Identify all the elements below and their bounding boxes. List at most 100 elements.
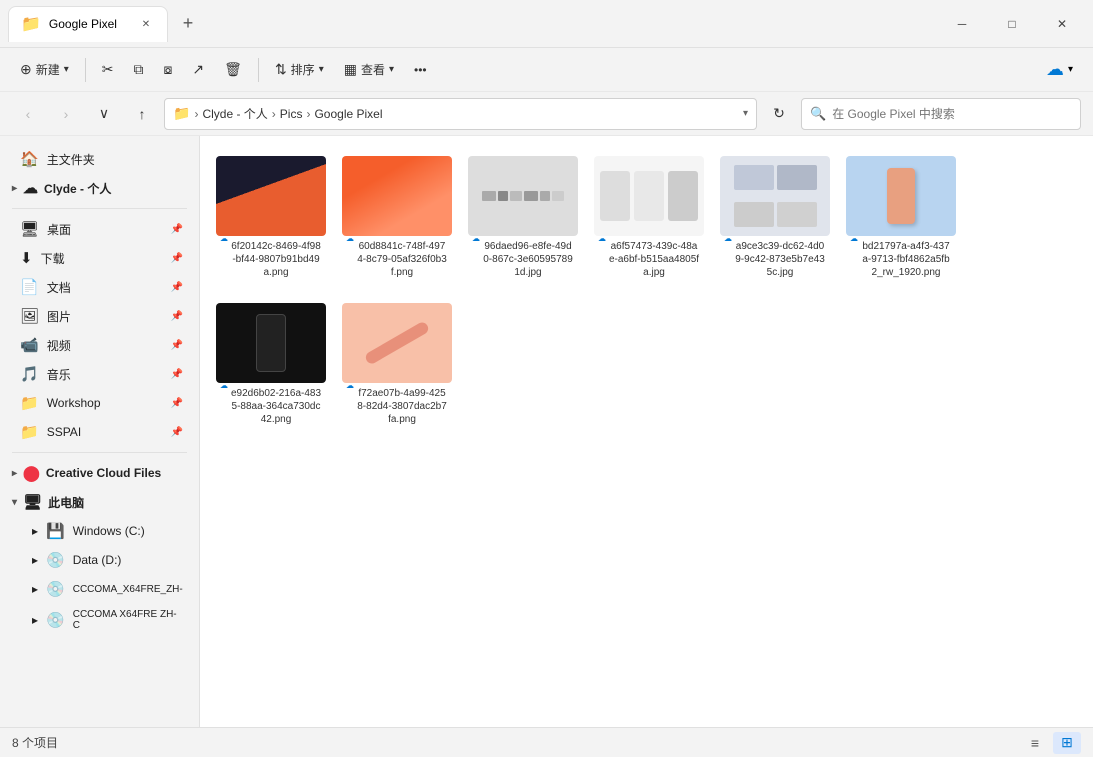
windows-icon: 💾 — [46, 522, 65, 540]
downloads-label: 下载 — [41, 250, 163, 267]
new-tab-button[interactable]: + — [172, 8, 204, 40]
cccoma1-label: CCCOMA_X64FRE_ZH- — [73, 584, 183, 595]
refresh-icon: ↻ — [773, 105, 785, 122]
sidebar-item-videos[interactable]: 📹 视频 📌 — [4, 331, 195, 359]
forward-button[interactable]: › — [50, 98, 82, 130]
file-item[interactable]: ☁a9ce3c39-dc62-4d09-9c42-873e5b7e435c.jp… — [720, 152, 830, 283]
file-item[interactable]: ☁bd21797a-a4f3-437a-9713-fbf4862a5fb2_rw… — [846, 152, 956, 283]
item-count-label: 8 个项目 — [12, 734, 58, 751]
breadcrumb-dropdown-icon[interactable]: ▾ — [743, 108, 748, 119]
grid-view-button[interactable]: ⊞ — [1053, 732, 1081, 754]
sidebar-item-cccoma1[interactable]: ▸ 💿 CCCOMA_X64FRE_ZH- — [4, 575, 195, 603]
tab-close-icon: ✕ — [142, 19, 150, 30]
file-item[interactable]: ☁6f20142c-8469-4f98-bf44-9807b91bd49a.pn… — [216, 152, 326, 283]
workshop-label: Workshop — [47, 396, 163, 410]
cc-icon: ⬤ — [23, 464, 40, 482]
sidebar-item-desktop[interactable]: 🖥 桌面 📌 — [4, 215, 195, 243]
grid-view-icon: ⊞ — [1061, 734, 1073, 751]
sidebar-item-data-d[interactable]: ▸ 💿 Data (D:) — [4, 546, 195, 574]
view-button[interactable]: ▦ 查看 ▾ — [336, 56, 402, 83]
file-thumbnail — [342, 303, 452, 383]
sidebar-item-downloads[interactable]: ⬇ 下载 📌 — [4, 244, 195, 272]
sort-button[interactable]: ⇅ 排序 ▾ — [267, 56, 332, 83]
sidebar-group-creative-cloud[interactable]: ▸ ⬤ Creative Cloud Files — [4, 459, 195, 487]
windows-c-label: Windows (C:) — [73, 524, 183, 538]
sidebar-item-workshop[interactable]: 📁 Workshop 📌 — [4, 389, 195, 417]
cloud-sync-icon: ☁ — [346, 381, 354, 390]
sidebar-item-sspai[interactable]: 📁 SSPAI 📌 — [4, 418, 195, 446]
tab-close-button[interactable]: ✕ — [137, 15, 155, 33]
breadcrumb-item-clyde[interactable]: Clyde - 个人 — [202, 105, 267, 122]
cloud-dropdown-icon: ▾ — [1068, 64, 1073, 75]
list-view-icon: ≡ — [1031, 735, 1039, 751]
sidebar-group-this-pc[interactable]: ▾ 🖥 此电脑 — [4, 488, 195, 516]
cloud-sync-icon: ☁ — [724, 234, 732, 243]
back-icon: ‹ — [26, 106, 31, 122]
sidebar-group-clyde[interactable]: ▸ ☁ Clyde - 个人 — [4, 174, 195, 202]
downloads-pin-icon: 📌 — [171, 253, 183, 264]
list-view-button[interactable]: ≡ — [1021, 732, 1049, 754]
minimize-button[interactable]: ─ — [939, 8, 985, 40]
history-dropdown-icon: ∨ — [99, 105, 109, 122]
cloud-sync-icon: ☁ — [220, 381, 228, 390]
videos-label: 视频 — [47, 337, 163, 354]
sort-icon: ⇅ — [275, 61, 287, 78]
up-button[interactable]: ↑ — [126, 98, 158, 130]
file-grid: ☁ 6f20142c-8469-4f98-bf44-9807b91bd49a.pn… — [216, 152, 1077, 430]
new-tab-icon: + — [183, 13, 194, 34]
share-button[interactable]: ↗ — [184, 56, 212, 83]
data-d-label: Data (D:) — [73, 553, 183, 567]
maximize-icon: □ — [1008, 17, 1015, 31]
cc-expand-icon: ▸ — [12, 468, 17, 479]
refresh-button[interactable]: ↻ — [763, 98, 795, 130]
more-button[interactable]: ••• — [406, 58, 435, 82]
sidebar-item-pictures[interactable]: 🖼 图片 📌 — [4, 302, 195, 330]
cut-button[interactable]: ✂ — [94, 56, 122, 83]
file-thumbnail — [846, 156, 956, 236]
new-dropdown-icon: ▾ — [64, 64, 69, 75]
new-button[interactable]: ⊕ 新建 ▾ — [12, 56, 77, 83]
clyde-label: Clyde - 个人 — [44, 180, 111, 197]
file-item[interactable]: ☁e92d6b02-216a-4835-88aa-364ca730dc42.pn… — [216, 299, 326, 430]
cc1-expand-icon: ▸ — [32, 582, 38, 596]
view-icon: ▦ — [344, 61, 357, 78]
cccoma2-label: CCCOMA X64FRE ZH-C — [73, 609, 183, 631]
breadcrumb-item-pics[interactable]: Pics — [280, 107, 303, 121]
sidebar-item-home[interactable]: 🏠 主文件夹 — [4, 145, 195, 173]
cccoma2-icon: 💿 — [46, 611, 65, 629]
file-name-label: 6f20142c-8469-4f98-bf44-9807b91bd49a.png — [230, 240, 322, 279]
file-name-label: f72ae07b-4a99-4258-82d4-3807dac2b7fa.png — [356, 387, 448, 426]
titlebar: 📁 Google Pixel ✕ + ─ □ ✕ — [0, 0, 1093, 48]
music-label: 音乐 — [47, 366, 163, 383]
breadcrumb-item-googlepixel[interactable]: Google Pixel — [314, 107, 382, 121]
file-item[interactable]: ☁60d8841c-748f-4974-8c79-05af326f0b3f.pn… — [342, 152, 452, 283]
paste-button[interactable]: ⧇ — [156, 56, 181, 83]
file-name-label: 60d8841c-748f-4974-8c79-05af326f0b3f.png — [356, 240, 448, 279]
sidebar-item-windows-c[interactable]: ▸ 💾 Windows (C:) — [4, 517, 195, 545]
active-tab[interactable]: 📁 Google Pixel ✕ — [8, 6, 168, 42]
breadcrumb-arrow-2: › — [272, 107, 276, 121]
maximize-button[interactable]: □ — [989, 8, 1035, 40]
file-item[interactable]: ☁96daed96-e8fe-49d0-867c-3e605957891d.jp… — [468, 152, 578, 283]
sort-label: 排序 — [291, 61, 315, 78]
sspai-label: SSPAI — [47, 425, 163, 439]
cloud-sync-icon: ☁ — [346, 234, 354, 243]
cloud-button[interactable]: ☁ ▾ — [1038, 54, 1081, 85]
search-input[interactable] — [832, 107, 1072, 121]
videos-pin-icon: 📌 — [171, 340, 183, 351]
data-drive-icon: 💿 — [46, 551, 65, 569]
sidebar-item-documents[interactable]: 📄 文档 📌 — [4, 273, 195, 301]
close-button[interactable]: ✕ — [1039, 8, 1085, 40]
file-thumbnail — [342, 156, 452, 236]
file-content-area: ☁ 6f20142c-8469-4f98-bf44-9807b91bd49a.pn… — [200, 136, 1093, 727]
copy-button[interactable]: ⧉ — [126, 56, 152, 83]
sidebar-item-cccoma2[interactable]: ▸ 💿 CCCOMA X64FRE ZH-C — [4, 604, 195, 636]
delete-button[interactable]: 🗑 — [216, 56, 250, 83]
addressbar: ‹ › ∨ ↑ 📁 › Clyde - 个人 › Pics › Google P… — [0, 92, 1093, 136]
file-item[interactable]: ☁a6f57473-439c-48ae-a6bf-b515aa4805fa.jp… — [594, 152, 704, 283]
history-dropdown-button[interactable]: ∨ — [88, 98, 120, 130]
sidebar-item-music[interactable]: 🎵 音乐 📌 — [4, 360, 195, 388]
toolbar-separator-2 — [258, 58, 259, 82]
back-button[interactable]: ‹ — [12, 98, 44, 130]
file-item[interactable]: ☁f72ae07b-4a99-4258-82d4-3807dac2b7fa.pn… — [342, 299, 452, 430]
